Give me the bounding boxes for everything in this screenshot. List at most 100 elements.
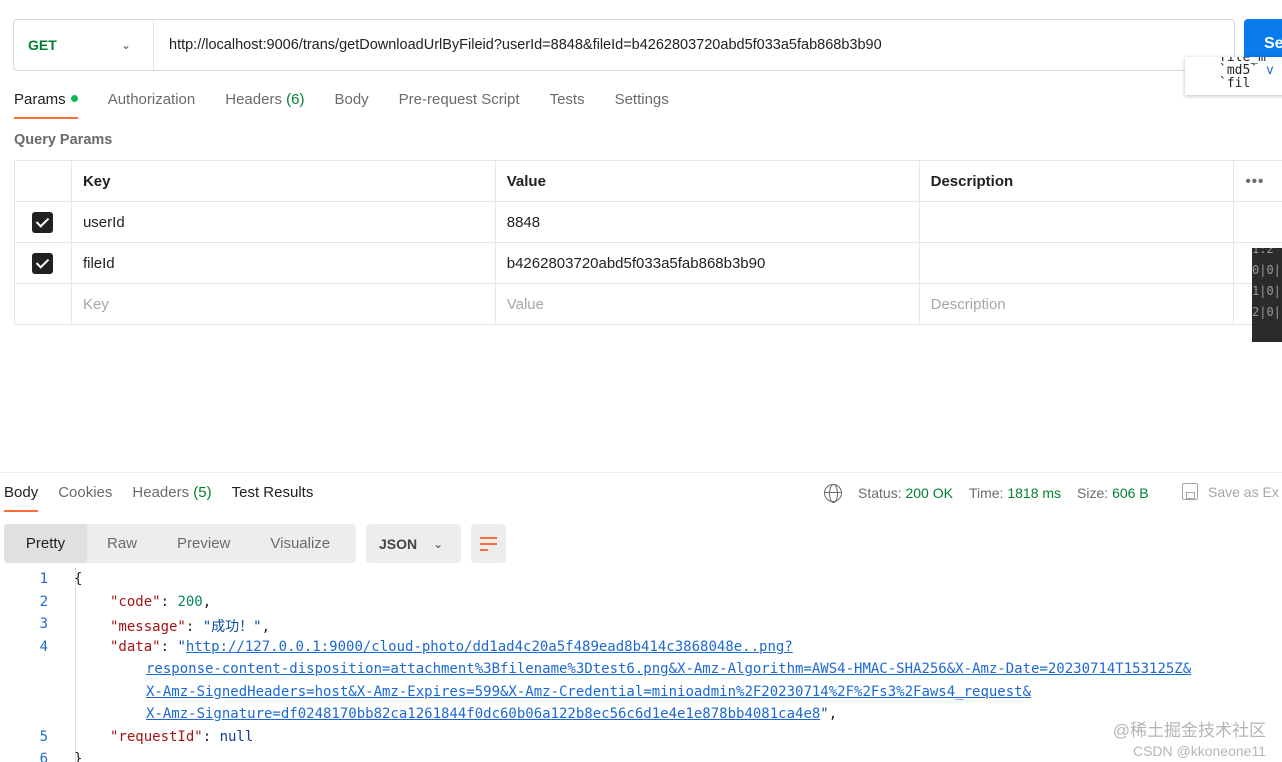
tab-label: Authorization bbox=[107, 91, 196, 108]
new-key-input[interactable]: Key bbox=[70, 283, 496, 325]
tab-count: (5) bbox=[193, 484, 212, 501]
tab-response-body[interactable]: Body bbox=[4, 479, 39, 512]
tab-params[interactable]: Params bbox=[14, 86, 78, 119]
table-row: fileId b4262803720abd5f033a5fab868b3b90 bbox=[14, 242, 1282, 284]
tab-body[interactable]: Body bbox=[334, 86, 368, 119]
overlay-v: v bbox=[1265, 63, 1274, 78]
dark-overlay-fragment: 1:2 0|0| 1|0| 2|0| bbox=[1252, 248, 1282, 342]
chevron-down-icon: ⌄ bbox=[120, 38, 131, 52]
line-number: 5 bbox=[39, 729, 48, 745]
dark-line: 0|0| bbox=[1252, 263, 1281, 277]
wrap-lines-button[interactable] bbox=[471, 524, 506, 563]
tab-label: Test Results bbox=[231, 484, 314, 501]
param-checkbox[interactable] bbox=[32, 211, 54, 233]
header-key: Key bbox=[70, 160, 496, 202]
tab-cookies[interactable]: Cookies bbox=[58, 479, 112, 512]
size-label: Size: bbox=[1077, 485, 1109, 501]
tab-label: Headers bbox=[132, 484, 190, 501]
tab-response-headers[interactable]: Headers (5) bbox=[132, 479, 211, 512]
chevron-down-icon: ⌄ bbox=[433, 536, 444, 551]
data-url-link[interactable]: response-content-disposition=attachment%… bbox=[146, 661, 1191, 677]
response-status: Status: 200 OK Time: 1818 ms Size: 606 B bbox=[824, 484, 1149, 503]
tab-settings[interactable]: Settings bbox=[615, 86, 669, 119]
tab-authorization[interactable]: Authorization bbox=[108, 86, 196, 119]
time-value[interactable]: 1818 ms bbox=[1007, 485, 1061, 501]
line-number: 6 bbox=[39, 751, 48, 762]
url-bar: GET ⌄ http://localhost:9006/trans/getDow… bbox=[13, 19, 1235, 71]
language-label: JSON bbox=[379, 535, 418, 552]
time-label: Time: bbox=[968, 485, 1004, 501]
dark-line: 2|0| bbox=[1252, 305, 1281, 319]
open-brace: { bbox=[74, 571, 83, 587]
format-mode-bar: Pretty Raw Preview Visualize bbox=[4, 524, 356, 563]
tab-label: Params bbox=[14, 91, 66, 108]
param-value[interactable]: b4262803720abd5f033a5fab868b3b90 bbox=[494, 242, 920, 284]
data-url-link[interactable]: X-Amz-SignedHeaders=host&X-Amz-Expires=5… bbox=[146, 684, 1031, 700]
mode-preview[interactable]: Preview bbox=[157, 524, 250, 563]
tab-tests[interactable]: Tests bbox=[550, 86, 585, 119]
tab-label: Body bbox=[334, 91, 369, 108]
dark-line: 1|0| bbox=[1252, 284, 1281, 298]
method-select[interactable]: GET ⌄ bbox=[14, 20, 154, 70]
code-line: "message": "成功！", bbox=[110, 619, 271, 635]
request-tabs: Params Authorization Headers (6) Body Pr… bbox=[14, 86, 699, 119]
response-tabs: Body Cookies Headers (5) Test Results bbox=[4, 479, 333, 512]
mode-visualize[interactable]: Visualize bbox=[250, 524, 350, 563]
url-input[interactable]: http://localhost:9006/trans/getDownloadU… bbox=[154, 37, 882, 53]
data-url-link[interactable]: X-Amz-Signature=df0248170bb82ca1261844f0… bbox=[146, 706, 820, 722]
indent-guide bbox=[75, 568, 76, 762]
param-key[interactable]: userId bbox=[70, 201, 496, 243]
table-row: userId 8848 bbox=[14, 201, 1282, 243]
line-number: 3 bbox=[39, 616, 48, 632]
tab-test-results[interactable]: Test Results bbox=[232, 479, 314, 512]
json-string: "成功！" bbox=[202, 619, 262, 635]
new-value-input[interactable]: Value bbox=[494, 283, 920, 325]
pane-divider[interactable] bbox=[0, 472, 1282, 473]
tab-label: Body bbox=[4, 484, 39, 501]
more-options-icon[interactable]: ••• bbox=[1233, 160, 1282, 202]
param-description[interactable] bbox=[918, 242, 1235, 284]
overlay-fragment: file_m `md5` v `fil bbox=[1185, 57, 1282, 95]
table-header-row: Key Value Description ••• bbox=[14, 160, 1282, 202]
code-line: } bbox=[74, 751, 82, 762]
code-line: "requestId": null bbox=[110, 729, 254, 745]
watermark-line: CSDN @kkoneone11 bbox=[1132, 743, 1266, 759]
tab-label: Cookies bbox=[58, 484, 113, 501]
code-line-wrapped: X-Amz-SignedHeaders=host&X-Amz-Expires=5… bbox=[146, 684, 1031, 700]
code-line-wrapped: response-content-disposition=attachment%… bbox=[146, 661, 1191, 677]
json-null: null bbox=[219, 729, 254, 745]
param-key[interactable]: fileId bbox=[70, 242, 496, 284]
dark-line: 1:2 bbox=[1252, 248, 1274, 256]
watermark-line: @稀土掘金技术社区 bbox=[1112, 721, 1266, 740]
tab-headers[interactable]: Headers (6) bbox=[225, 86, 304, 119]
save-as-example-button[interactable]: Save as Ex bbox=[1182, 483, 1279, 500]
tab-label: Headers bbox=[225, 91, 282, 108]
code-line: { bbox=[74, 571, 82, 587]
param-checkbox[interactable] bbox=[32, 252, 54, 274]
param-description[interactable] bbox=[918, 201, 1235, 243]
mode-raw[interactable]: Raw bbox=[87, 524, 157, 563]
status-value[interactable]: 200 OK bbox=[905, 485, 952, 501]
method-label: GET bbox=[28, 37, 57, 53]
line-number: 1 bbox=[39, 571, 48, 587]
header-description: Description bbox=[918, 160, 1235, 202]
json-key: "data" bbox=[110, 639, 161, 655]
query-params-table: Key Value Description ••• userId 8848 fi… bbox=[14, 160, 1282, 325]
save-icon bbox=[1182, 483, 1198, 500]
param-value[interactable]: 8848 bbox=[494, 201, 920, 243]
language-select[interactable]: JSON ⌄ bbox=[366, 524, 461, 563]
query-params-title: Query Params bbox=[14, 132, 113, 148]
tab-label: Tests bbox=[549, 91, 585, 108]
data-url-link[interactable]: http://127.0.0.1:9000/cloud-photo/dd1ad4… bbox=[186, 639, 793, 655]
mode-pretty[interactable]: Pretty bbox=[4, 524, 87, 563]
params-active-dot-icon bbox=[70, 95, 78, 102]
new-description-input[interactable]: Description bbox=[918, 283, 1235, 325]
header-value: Value bbox=[494, 160, 920, 202]
size-value[interactable]: 606 B bbox=[1112, 485, 1149, 501]
line-number: 2 bbox=[39, 594, 48, 610]
tab-pre-request-script[interactable]: Pre-request Script bbox=[399, 86, 520, 119]
code-line: "code": 200, bbox=[110, 594, 212, 610]
code-line: "data": "http://127.0.0.1:9000/cloud-pho… bbox=[110, 639, 793, 655]
globe-icon[interactable] bbox=[824, 484, 842, 503]
code-line-wrapped: X-Amz-Signature=df0248170bb82ca1261844f0… bbox=[146, 706, 838, 722]
